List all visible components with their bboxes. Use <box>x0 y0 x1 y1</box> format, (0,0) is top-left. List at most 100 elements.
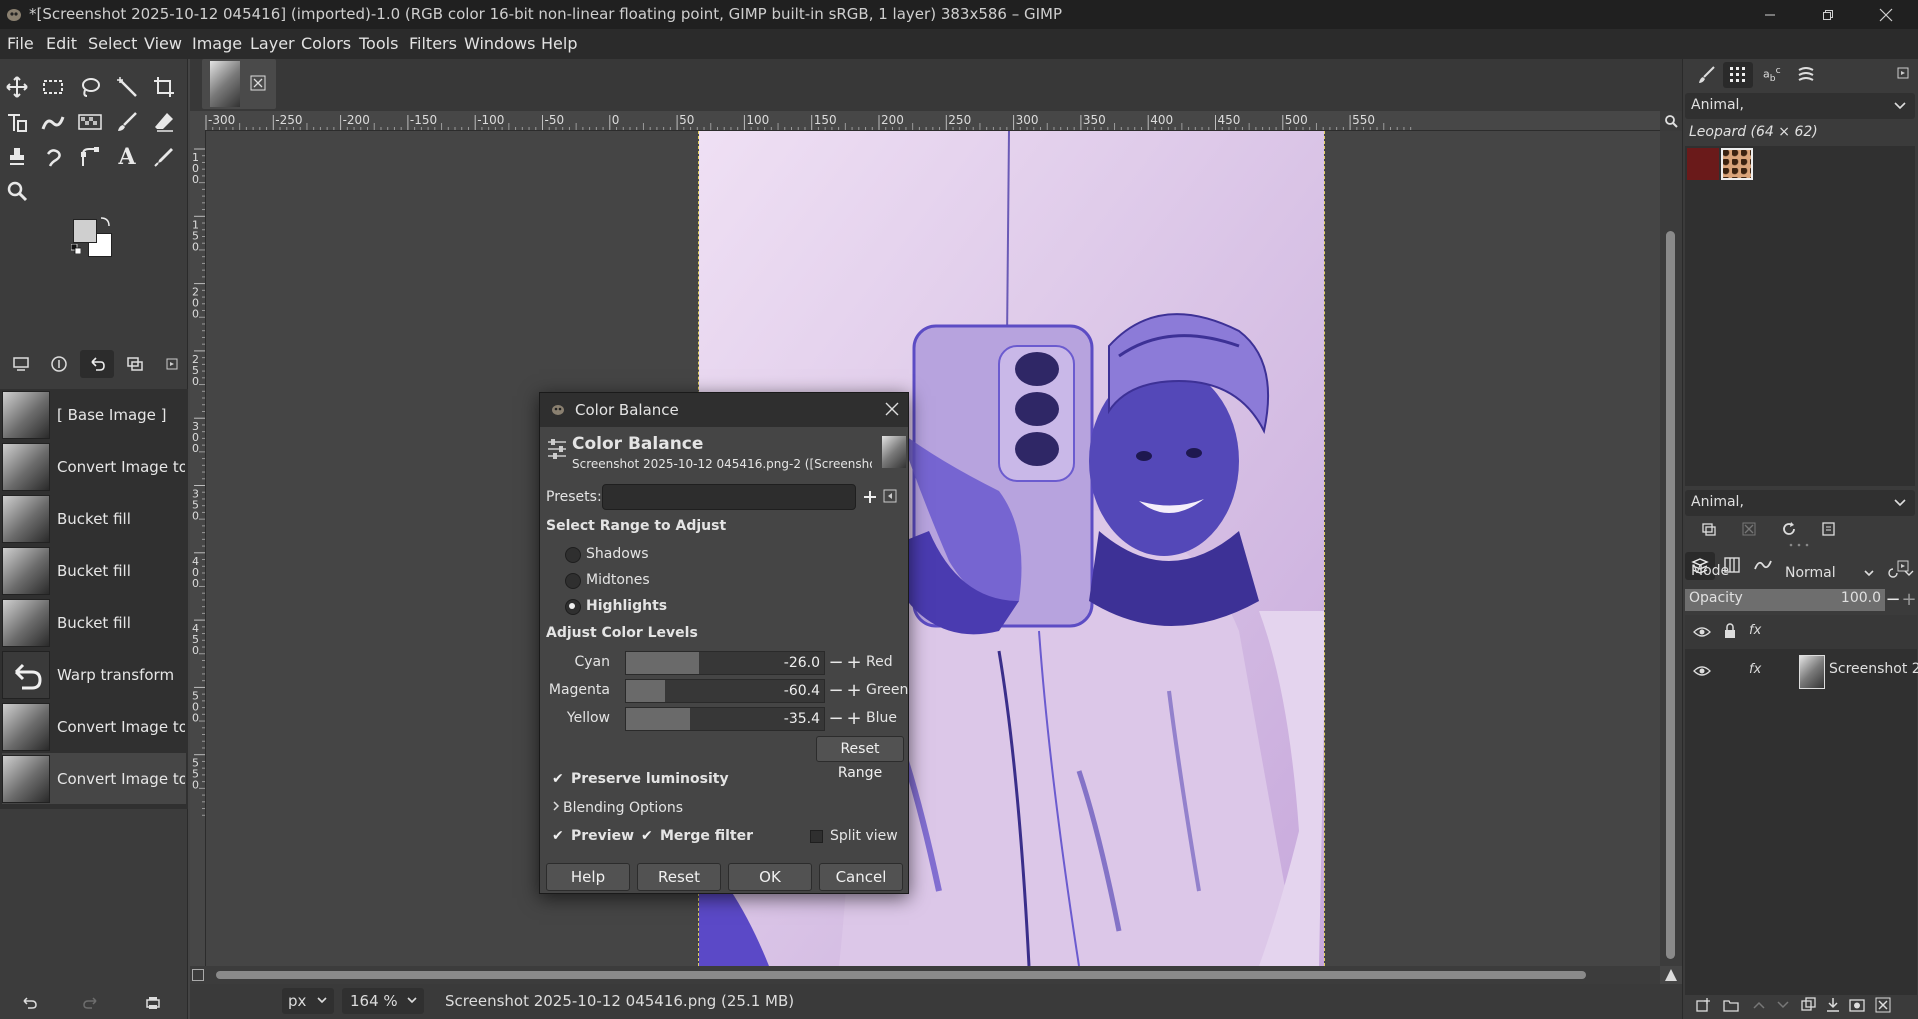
tool-options-tab-icon[interactable] <box>42 350 76 378</box>
foreground-color-swatch[interactable] <box>73 219 97 243</box>
shadows-radio[interactable] <box>565 547 581 563</box>
warp-transform-tool-icon[interactable] <box>38 107 68 137</box>
menu-colors[interactable]: Colors <box>301 34 351 53</box>
quick-mask-toggle-icon[interactable] <box>192 969 204 981</box>
paths-tool-icon[interactable] <box>75 142 105 172</box>
magenta-increase-icon[interactable]: + <box>846 681 862 701</box>
eraser-tool-icon[interactable] <box>149 107 179 137</box>
brushes-tab-icon[interactable] <box>1697 65 1717 85</box>
reset-range-button[interactable]: Reset Range <box>816 736 904 781</box>
device-status-tab-icon[interactable] <box>4 350 38 378</box>
zoom-tool-icon[interactable] <box>2 176 32 206</box>
raise-layer-icon[interactable] <box>1751 997 1767 1013</box>
preset-menu-icon[interactable] <box>883 489 897 503</box>
cyan-increase-icon[interactable]: + <box>846 653 862 673</box>
undo-history-tab-icon[interactable] <box>80 350 114 378</box>
horizontal-scrollbar[interactable] <box>190 966 1660 984</box>
highlights-radio[interactable] <box>565 599 581 615</box>
undo-history-item[interactable]: Bucket fill <box>2 597 186 648</box>
horizontal-scrollbar-thumb[interactable] <box>216 971 1586 979</box>
undo-history-item[interactable]: Convert Image to 1 <box>2 701 186 752</box>
vertical-scrollbar[interactable] <box>1660 131 1682 966</box>
unified-transform-tool-icon[interactable] <box>2 107 32 137</box>
undo-button[interactable] <box>20 995 42 1015</box>
cancel-button[interactable]: Cancel <box>819 863 903 891</box>
yellow-decrease-icon[interactable]: − <box>828 709 844 729</box>
document-history-tab-icon[interactable] <box>1796 65 1816 85</box>
gradient-tool-icon[interactable] <box>75 107 105 137</box>
menu-view[interactable]: View <box>144 34 182 53</box>
refresh-patterns-icon[interactable] <box>1781 521 1797 537</box>
duplicate-layer-icon[interactable] <box>1801 997 1817 1013</box>
presets-combo[interactable] <box>602 484 856 510</box>
new-layer-icon[interactable] <box>1695 997 1711 1013</box>
paths-tab-icon[interactable] <box>1753 556 1773 574</box>
pane-separator[interactable] <box>1787 543 1811 547</box>
cyan-decrease-icon[interactable]: − <box>828 653 844 673</box>
menu-select[interactable]: Select <box>88 34 137 53</box>
delete-pattern-icon[interactable] <box>1741 521 1757 537</box>
new-layer-group-icon[interactable] <box>1723 997 1739 1013</box>
menu-layer[interactable]: Layer <box>250 34 295 53</box>
midtones-radio[interactable] <box>565 573 581 589</box>
delete-layer-icon[interactable] <box>1875 997 1891 1013</box>
close-image-icon[interactable] <box>250 75 268 93</box>
maximize-button[interactable] <box>1800 0 1856 29</box>
unit-selector[interactable]: px <box>282 988 334 1014</box>
pattern-swatch[interactable] <box>1687 148 1719 180</box>
image-tab[interactable] <box>202 59 276 109</box>
help-button[interactable]: Help <box>546 863 630 891</box>
zoom-selector[interactable]: 164 % <box>342 988 424 1014</box>
clear-history-icon[interactable] <box>144 995 166 1015</box>
patterns-tab-icon[interactable] <box>1723 62 1753 88</box>
minimize-button[interactable] <box>1742 0 1798 29</box>
default-colors-icon[interactable] <box>71 244 81 254</box>
blending-options-expander[interactable]: Blending Options <box>563 800 683 816</box>
yellow-increase-icon[interactable]: + <box>846 709 862 729</box>
opacity-increase-icon[interactable]: + <box>1901 590 1917 610</box>
undo-history-item[interactable]: Convert Image to 3 <box>2 441 186 492</box>
menu-windows[interactable]: Windows <box>464 34 535 53</box>
dock-menu-icon[interactable] <box>158 350 186 378</box>
lower-layer-icon[interactable] <box>1775 997 1791 1013</box>
dialog-close-icon[interactable] <box>885 402 899 416</box>
magenta-decrease-icon[interactable]: − <box>828 681 844 701</box>
menu-help[interactable]: Help <box>541 34 577 53</box>
menu-file[interactable]: File <box>7 34 34 53</box>
add-preset-icon[interactable] <box>862 489 878 505</box>
undo-history-item[interactable]: [ Base Image ] <box>2 389 186 440</box>
reset-button[interactable]: Reset <box>637 863 721 891</box>
smudge-tool-icon[interactable] <box>38 142 68 172</box>
dock-menu-icon[interactable] <box>1897 67 1909 79</box>
opacity-slider[interactable]: Opacity 100.0 <box>1685 589 1885 611</box>
crop-tool-icon[interactable] <box>149 72 179 102</box>
undo-history-item[interactable]: Bucket fill <box>2 545 186 596</box>
fonts-tab-icon[interactable]: abc <box>1763 65 1781 84</box>
split-view-checkbox[interactable] <box>810 830 823 843</box>
images-tab-icon[interactable] <box>118 350 152 378</box>
clone-tool-icon[interactable] <box>2 142 32 172</box>
pattern-swatch-selected[interactable] <box>1721 148 1753 180</box>
text-tool-icon[interactable]: A <box>112 142 142 172</box>
navigate-icon[interactable] <box>1660 966 1682 984</box>
yellow-blue-slider[interactable]: -35.4 <box>625 707 825 731</box>
menu-filters[interactable]: Filters <box>409 34 457 53</box>
mode-reset-icon[interactable] <box>1887 566 1915 580</box>
undo-history-item[interactable]: Bucket fill <box>2 493 186 544</box>
paintbrush-tool-icon[interactable] <box>112 107 142 137</box>
zoom-navigator-icon[interactable] <box>1660 111 1682 131</box>
menu-image[interactable]: Image <box>192 34 242 53</box>
rect-select-tool-icon[interactable] <box>38 72 68 102</box>
edit-pattern-icon[interactable] <box>1701 521 1717 537</box>
color-picker-tool-icon[interactable] <box>149 142 179 172</box>
vertical-scrollbar-thumb[interactable] <box>1666 231 1675 959</box>
swap-colors-icon[interactable] <box>99 216 111 228</box>
undo-history-item-selected[interactable]: Convert Image to 1 <box>2 753 186 804</box>
preserve-luminosity-checkbox[interactable]: ✔ <box>552 772 566 786</box>
pattern-tag-filter-bottom[interactable]: Animal, <box>1685 490 1915 516</box>
layer-effects-icon[interactable]: fx <box>1749 662 1761 677</box>
pattern-tag-filter[interactable]: Animal, <box>1685 93 1915 119</box>
opacity-decrease-icon[interactable]: − <box>1885 590 1901 610</box>
mode-combo[interactable]: Normal <box>1781 563 1885 587</box>
close-window-button[interactable] <box>1858 0 1914 29</box>
